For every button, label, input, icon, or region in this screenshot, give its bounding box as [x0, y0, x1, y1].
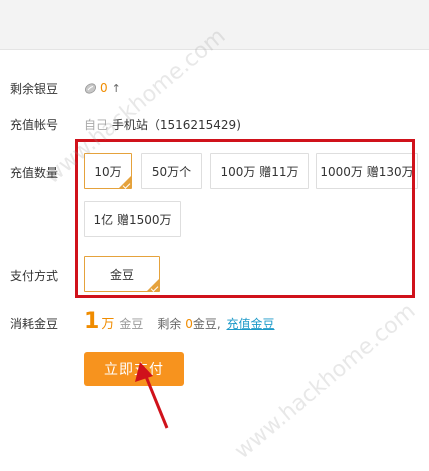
annotation-arrow-icon: [135, 362, 169, 429]
account-text: 手机站（1516215429): [111, 118, 241, 132]
quantity-option-50w[interactable]: 50万个: [141, 153, 202, 189]
consume-label: 消耗金豆: [10, 317, 59, 331]
selected-check-icon: [119, 176, 131, 188]
consume-unit: 万: [101, 317, 115, 332]
balance-label: 剩余银豆: [10, 82, 59, 96]
remain-prefix: 剩余: [157, 317, 182, 331]
remain-suffix: 金豆,: [192, 317, 221, 331]
account-value: 自己 手机站（1516215429): [84, 116, 241, 133]
consume-amount: 1: [84, 309, 100, 334]
payment-label: 支付方式: [10, 269, 59, 283]
selected-check-icon: [147, 279, 159, 291]
silver-bean-icon: [84, 82, 97, 94]
balance-caret-icon: ↑: [111, 81, 121, 95]
header-band: [0, 0, 429, 50]
payment-option-label: 金豆: [109, 267, 134, 282]
balance-count: 0: [100, 81, 108, 95]
consume-display: 1 万 金豆 剩余 0金豆, 充值金豆: [84, 309, 275, 334]
pay-now-button[interactable]: 立即支付: [84, 352, 184, 386]
quantity-option-1yi[interactable]: 1亿 赠1500万: [84, 201, 181, 237]
quantity-option-label: 1000万 赠130万: [320, 164, 414, 179]
quantity-option-label: 10万: [94, 164, 122, 179]
quantity-label: 充值数量: [10, 166, 59, 180]
remain-text: 剩余 0金豆, 充值金豆: [157, 315, 274, 332]
quantity-option-label: 1亿 赠1500万: [93, 212, 172, 227]
payment-option-golden-bean[interactable]: 金豆: [84, 256, 160, 292]
remain-value: 0: [185, 317, 193, 331]
quantity-option-label: 50万个: [151, 164, 192, 179]
account-label: 充值帐号: [10, 118, 59, 132]
quantity-option-100w[interactable]: 100万 赠11万: [210, 153, 309, 189]
consume-currency: 金豆: [119, 317, 144, 331]
quantity-option-10w[interactable]: 10万: [84, 153, 132, 189]
account-prefix: 自己: [84, 118, 109, 132]
balance-display: 0 ↑: [84, 80, 121, 96]
quantity-option-label: 100万 赠11万: [220, 164, 299, 179]
quantity-option-1000w[interactable]: 1000万 赠130万: [316, 153, 418, 189]
recharge-golden-bean-link[interactable]: 充值金豆: [226, 317, 274, 331]
